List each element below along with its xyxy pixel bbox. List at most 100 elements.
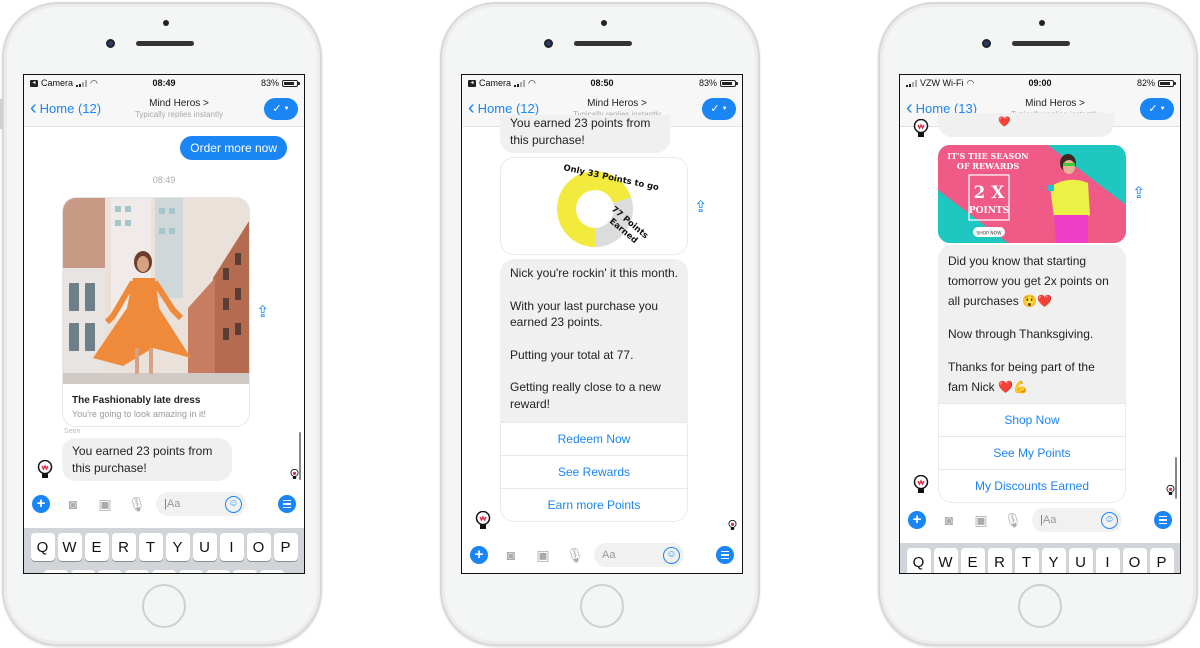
key[interactable]: Y (165, 533, 190, 561)
key[interactable] (206, 570, 230, 573)
contact-name[interactable]: Mind Heros > (990, 98, 1120, 109)
share-icon[interactable]: ⇪ (256, 302, 269, 322)
contact-name[interactable]: Mind Heros > (552, 98, 682, 109)
home-button[interactable] (142, 584, 186, 628)
scrollbar[interactable] (1175, 457, 1177, 499)
share-icon[interactable]: ⇪ (1132, 183, 1145, 203)
plus-icon[interactable]: + (32, 495, 50, 513)
menu-icon[interactable] (1154, 511, 1172, 529)
back-button[interactable]: ‹ Home (12) (30, 98, 101, 118)
battery-icon (1158, 79, 1176, 87)
key[interactable]: R (987, 548, 1012, 573)
status-bar: ◂ Camera ◠ 08:49 83% (24, 75, 304, 91)
message-paragraph: Putting your total at 77. (510, 347, 634, 362)
home-button[interactable] (580, 584, 624, 628)
bot-avatar-lightbulb-icon[interactable] (475, 511, 491, 531)
screen-2: ◂ Camera ◠ 08:50 83% ‹ Home (12) Mind Heros… (461, 74, 743, 574)
wifi-icon: ◠ (966, 77, 975, 88)
plus-icon[interactable]: + (470, 546, 488, 564)
key[interactable] (260, 570, 284, 573)
key[interactable] (125, 570, 149, 573)
microphone-icon[interactable]: 🎙︎ (566, 547, 584, 564)
chevron-left-icon: ‹ (468, 96, 475, 119)
conversation[interactable]: ❤️ IT'S THE SEASON OF REWARDS 2 X POINTS… (900, 113, 1180, 573)
key[interactable]: Q (30, 533, 55, 561)
camera-icon[interactable]: ◙ (502, 547, 520, 563)
points-chart-card[interactable]: Only 33 Points to go 77 Points Earned (500, 157, 688, 255)
key[interactable] (152, 570, 176, 573)
status-bar: ◂ Camera ◠ 08:50 83% (462, 75, 742, 91)
see-rewards-button[interactable]: See Rewards (501, 455, 687, 488)
key[interactable]: R (111, 533, 136, 561)
key[interactable]: U (192, 533, 217, 561)
contact-name[interactable]: Mind Heros > (114, 98, 244, 109)
done-menu-button[interactable]: ✓ ▼ (702, 97, 736, 120)
key[interactable]: O (1122, 548, 1147, 573)
redeem-now-button[interactable]: Redeem Now (501, 422, 687, 455)
home-button[interactable] (1018, 584, 1062, 628)
done-menu-button[interactable]: ✓ ▼ (264, 97, 298, 120)
conversation[interactable]: You earned 23 points from this purchase!… (462, 115, 742, 573)
status-carrier: Camera (479, 78, 512, 88)
key[interactable] (98, 570, 122, 573)
menu-icon[interactable] (278, 495, 296, 513)
emoji-icon[interactable]: ☺ (663, 546, 680, 564)
plus-icon[interactable]: + (908, 511, 926, 529)
key[interactable]: T (1014, 548, 1039, 573)
key[interactable] (71, 570, 95, 573)
key[interactable] (179, 570, 203, 573)
key[interactable]: U (1068, 548, 1093, 573)
key[interactable]: E (84, 533, 109, 561)
signal-icon (76, 79, 88, 87)
phone-frame-2: ◂ Camera ◠ 08:50 83% ‹ Home (12) Mind Heros… (440, 2, 760, 646)
emoji-icon[interactable]: ☺ (225, 495, 242, 513)
key[interactable]: I (219, 533, 244, 561)
image-icon[interactable]: ▣ (96, 496, 114, 513)
done-menu-button[interactable]: ✓ ▼ (1140, 97, 1174, 120)
image-icon[interactable]: ▣ (534, 547, 552, 564)
back-to-app-icon[interactable]: ◂ (30, 79, 38, 87)
scrollbar[interactable] (299, 432, 301, 480)
key[interactable]: O (246, 533, 271, 561)
screen-1: ◂ Camera ◠ 08:49 83% ‹ Home (12) Mind Heros… (23, 74, 305, 574)
microphone-icon[interactable]: 🎙︎ (1004, 512, 1022, 529)
share-icon[interactable]: ⇪ (694, 197, 707, 217)
camera-icon[interactable]: ◙ (64, 496, 82, 512)
image-icon[interactable]: ▣ (972, 512, 990, 529)
earn-more-points-button[interactable]: Earn more Points (501, 488, 687, 521)
bot-avatar-lightbulb-icon[interactable] (37, 460, 53, 480)
message-input[interactable]: |Aa ☺ (1032, 508, 1122, 532)
product-card[interactable]: The Fashionably late dress You're going … (62, 197, 250, 427)
battery-percent: 83% (260, 78, 279, 88)
key[interactable]: Y (1041, 548, 1066, 573)
key[interactable]: W (933, 548, 958, 573)
key[interactable]: Q (906, 548, 931, 573)
microphone-icon[interactable]: 🎙︎ (128, 496, 146, 513)
checkmark-icon: ✓ (272, 103, 282, 115)
phone-frame-3: VZW Wi-Fi ◠ 09:00 82% ‹ Home (13) Mind Her… (878, 2, 1198, 646)
contact-info[interactable]: Mind Heros > Typically replies instantly (114, 98, 244, 119)
message-input[interactable]: Aa ☺ (594, 543, 684, 567)
bot-message-card: Did you know that starting tomorrow you … (938, 245, 1126, 503)
key[interactable] (233, 570, 257, 573)
shop-now-button[interactable]: Shop Now (939, 403, 1125, 436)
key[interactable]: E (960, 548, 985, 573)
camera-icon[interactable]: ◙ (940, 512, 958, 528)
key[interactable]: P (273, 533, 298, 561)
bot-avatar-lightbulb-icon[interactable] (913, 475, 929, 495)
message-paragraph: Did you know that starting tomorrow you … (948, 254, 1109, 308)
key[interactable]: I (1095, 548, 1120, 573)
key[interactable]: P (1149, 548, 1174, 573)
key[interactable]: W (57, 533, 82, 561)
key[interactable]: T (138, 533, 163, 561)
back-to-app-icon[interactable]: ◂ (468, 79, 476, 87)
seen-indicator: Seen (64, 428, 81, 435)
my-discounts-earned-button[interactable]: My Discounts Earned (939, 469, 1125, 502)
promo-banner[interactable]: IT'S THE SEASON OF REWARDS 2 X POINTS SH… (938, 145, 1126, 243)
message-input[interactable]: |Aa ☺ (156, 492, 246, 516)
menu-icon[interactable] (716, 546, 734, 564)
key[interactable] (44, 570, 68, 573)
emoji-icon[interactable]: ☺ (1101, 511, 1118, 529)
conversation[interactable]: Order more now 08:49 The Fashionably lat… (24, 127, 304, 573)
see-my-points-button[interactable]: See My Points (939, 436, 1125, 469)
